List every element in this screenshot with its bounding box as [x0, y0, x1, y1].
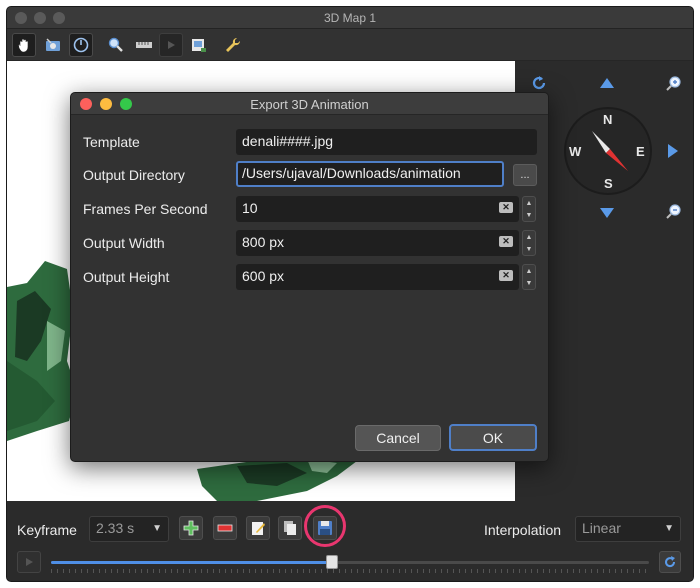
spin-up-icon[interactable]: ▲ [523, 197, 535, 209]
highlight-ring [304, 505, 346, 547]
copy-icon [284, 521, 296, 535]
animation-panel: Keyframe 2.33 s ▼ Interpolation Linear ▼ [7, 501, 693, 581]
timeline-slider-handle[interactable] [326, 555, 339, 569]
pan-up-icon[interactable] [599, 77, 615, 92]
wrench-icon[interactable] [221, 33, 245, 57]
spin-down-icon[interactable]: ▼ [523, 243, 535, 255]
output-directory-label: Output Directory [83, 167, 185, 183]
timeline-slider-fill [51, 561, 333, 564]
dialog-titlebar: Export 3D Animation [71, 93, 548, 115]
output-width-spinner[interactable]: ▲ ▼ [522, 230, 536, 256]
pan-right-icon[interactable] [667, 143, 679, 162]
frames-per-second-spinner[interactable]: ▲ ▼ [522, 196, 536, 222]
clear-icon[interactable]: ✕ [499, 236, 513, 247]
zoom-in-icon[interactable] [665, 75, 683, 96]
template-value: denali####.jpg [242, 133, 334, 149]
output-directory-field[interactable]: /Users/ujaval/Downloads/animation [236, 161, 504, 187]
ok-button[interactable]: OK [449, 424, 537, 451]
output-height-field[interactable]: 600 px ✕ [236, 264, 519, 290]
pan-hand-icon[interactable] [12, 33, 36, 57]
chevron-down-icon: ▼ [664, 523, 674, 534]
interpolation-value: Linear [582, 520, 621, 536]
window-titlebar: 3D Map 1 [7, 7, 693, 29]
output-directory-value: /Users/ujaval/Downloads/animation [242, 165, 461, 181]
play-icon[interactable] [159, 33, 183, 57]
minus-icon [217, 524, 233, 532]
plus-icon [183, 520, 199, 536]
zoom-icon[interactable] [104, 33, 128, 57]
frames-per-second-field[interactable]: 10 ✕ [236, 196, 519, 222]
add-keyframe-button[interactable] [179, 516, 203, 540]
pan-down-icon[interactable] [599, 207, 615, 222]
remove-keyframe-button[interactable] [213, 516, 237, 540]
export-image-icon[interactable] [187, 33, 211, 57]
edit-icon [252, 522, 265, 535]
clear-icon[interactable]: ✕ [499, 202, 513, 213]
output-width-field[interactable]: 800 px ✕ [236, 230, 519, 256]
cancel-button[interactable]: Cancel [355, 425, 441, 451]
spin-up-icon[interactable]: ▲ [523, 265, 535, 277]
edit-keyframe-button[interactable] [246, 516, 270, 540]
identify-icon[interactable] [69, 33, 93, 57]
measure-icon[interactable] [132, 33, 156, 57]
dialog-title: Export 3D Animation [250, 97, 369, 112]
spin-up-icon[interactable]: ▲ [523, 231, 535, 243]
chevron-down-icon: ▼ [152, 523, 162, 534]
keyframe-value: 2.33 s [96, 520, 135, 536]
export-animation-dialog: Export 3D Animation Template denali####.… [70, 92, 549, 462]
frames-per-second-value: 10 [242, 200, 258, 216]
output-height-value: 600 px [242, 268, 285, 284]
interpolation-label: Interpolation [484, 522, 562, 538]
timeline-ticks [51, 569, 649, 573]
output-height-spinner[interactable]: ▲ ▼ [522, 264, 536, 290]
template-field[interactable]: denali####.jpg [236, 129, 537, 155]
keyframe-select[interactable]: 2.33 s ▼ [89, 516, 169, 542]
output-height-label: Output Height [83, 269, 170, 285]
duplicate-keyframe-button[interactable] [278, 516, 302, 540]
frames-per-second-label: Frames Per Second [83, 201, 208, 217]
window-title: 3D Map 1 [323, 11, 377, 25]
output-width-value: 800 px [242, 234, 285, 250]
browse-button[interactable]: ... [513, 164, 537, 186]
compass-icon[interactable]: N S E W [564, 107, 652, 195]
output-width-label: Output Width [83, 235, 165, 251]
play-icon [26, 558, 33, 566]
spin-down-icon[interactable]: ▼ [523, 209, 535, 221]
template-label: Template [83, 134, 140, 150]
refresh-icon [665, 556, 676, 568]
clear-icon[interactable]: ✕ [499, 270, 513, 281]
timeline-slider[interactable] [51, 555, 649, 569]
compass-needle-icon [592, 131, 628, 171]
map-toolbar [7, 29, 693, 61]
spin-down-icon[interactable]: ▼ [523, 277, 535, 289]
loop-button[interactable] [659, 551, 681, 573]
keyframe-label: Keyframe [17, 522, 77, 538]
zoom-out-icon[interactable] [665, 203, 683, 224]
camera-icon[interactable] [41, 33, 65, 57]
interpolation-select[interactable]: Linear ▼ [575, 516, 681, 542]
play-animation-button[interactable] [17, 551, 41, 573]
